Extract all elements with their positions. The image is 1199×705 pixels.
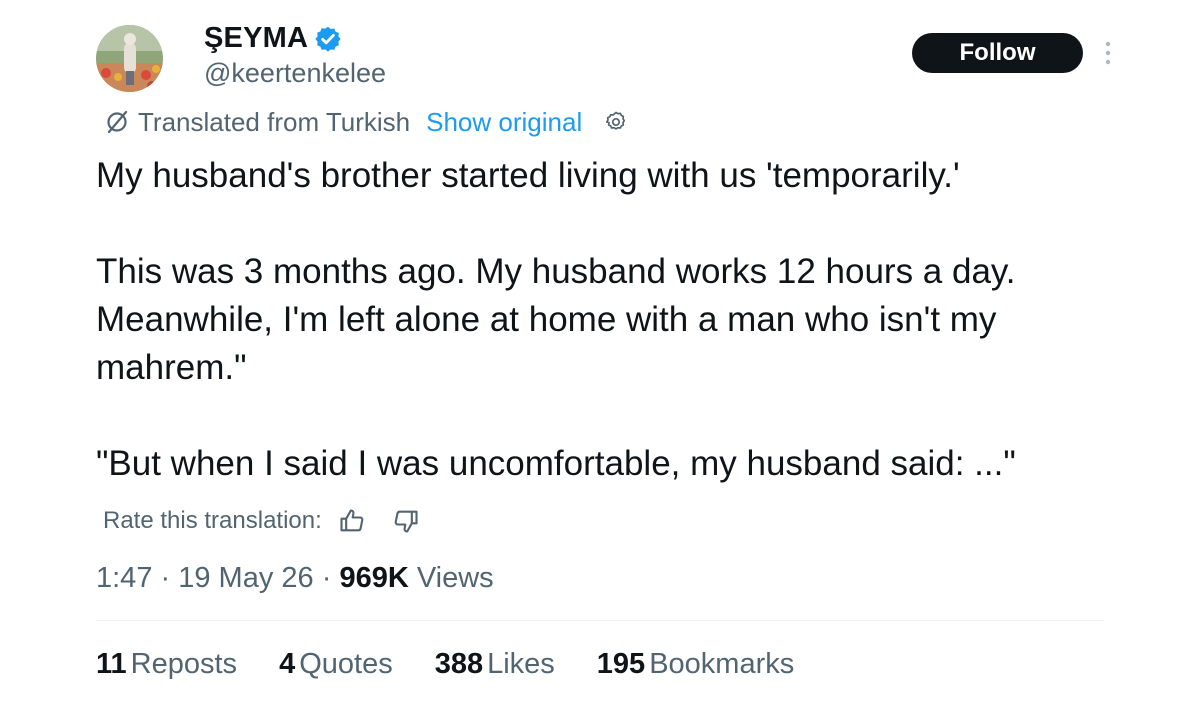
stat-count: 4 — [279, 648, 296, 680]
engagement-stats: 11 Reposts 4 Quotes 388 Likes 195 Bookmarks — [96, 648, 836, 681]
show-original-link[interactable]: Show original — [426, 107, 582, 138]
stat-likes[interactable]: 388 Likes — [435, 648, 555, 681]
tweet-line: Meanwhile, I'm left alone at home with a… — [96, 300, 997, 339]
verified-badge-icon[interactable] — [314, 25, 342, 53]
divider — [96, 620, 1104, 621]
translate-icon — [104, 109, 130, 135]
avatar-image — [96, 25, 163, 92]
translation-bar: Translated from Turkish Show original — [104, 106, 628, 138]
stat-label: Quotes — [299, 648, 393, 680]
tweet-line: This was 3 months ago. My husband works … — [96, 252, 1016, 291]
tweet-date[interactable]: 19 May 26 — [178, 562, 313, 594]
tweet-time[interactable]: 1:47 — [96, 562, 152, 594]
tweet-line: My husband's brother started living with… — [96, 156, 960, 195]
stat-label: Reposts — [130, 648, 238, 680]
views-count: 969K — [339, 562, 409, 594]
views-label: Views — [416, 562, 494, 594]
stat-label: Likes — [487, 648, 555, 680]
translated-from-label: Translated from Turkish — [138, 106, 411, 137]
author-name-row[interactable]: ŞEYMA — [204, 22, 342, 55]
author-handle[interactable]: @keertenkelee — [204, 58, 386, 89]
thumbs-up-icon[interactable] — [338, 507, 366, 535]
avatar[interactable] — [96, 25, 163, 92]
stat-count: 11 — [96, 648, 127, 680]
follow-button[interactable]: Follow — [912, 33, 1083, 73]
rate-translation-label: Rate this translation: — [103, 507, 322, 534]
gear-icon[interactable] — [604, 110, 628, 134]
meta-separator: · — [160, 562, 179, 594]
tweet-meta: 1:47 · 19 May 26 · 969K Views — [96, 562, 494, 595]
tweet-line: mahrem." — [96, 348, 247, 387]
author-display-name[interactable]: ŞEYMA — [204, 22, 308, 55]
stat-reposts[interactable]: 11 Reposts — [96, 648, 237, 681]
stat-bookmarks[interactable]: 195 Bookmarks — [597, 648, 794, 681]
meta-separator: · — [321, 562, 340, 594]
tweet-text: My husband's brother started living with… — [96, 152, 1106, 488]
thumbs-down-icon[interactable] — [392, 507, 420, 535]
stat-count: 195 — [596, 648, 646, 680]
stat-count: 388 — [434, 648, 484, 680]
more-vertical-icon[interactable] — [1102, 38, 1114, 68]
tweet-line: "But when I said I was uncomfortable, my… — [96, 444, 1016, 483]
rate-translation-row: Rate this translation: — [103, 503, 420, 539]
stat-label: Bookmarks — [649, 648, 795, 680]
stat-quotes[interactable]: 4 Quotes — [279, 648, 393, 681]
